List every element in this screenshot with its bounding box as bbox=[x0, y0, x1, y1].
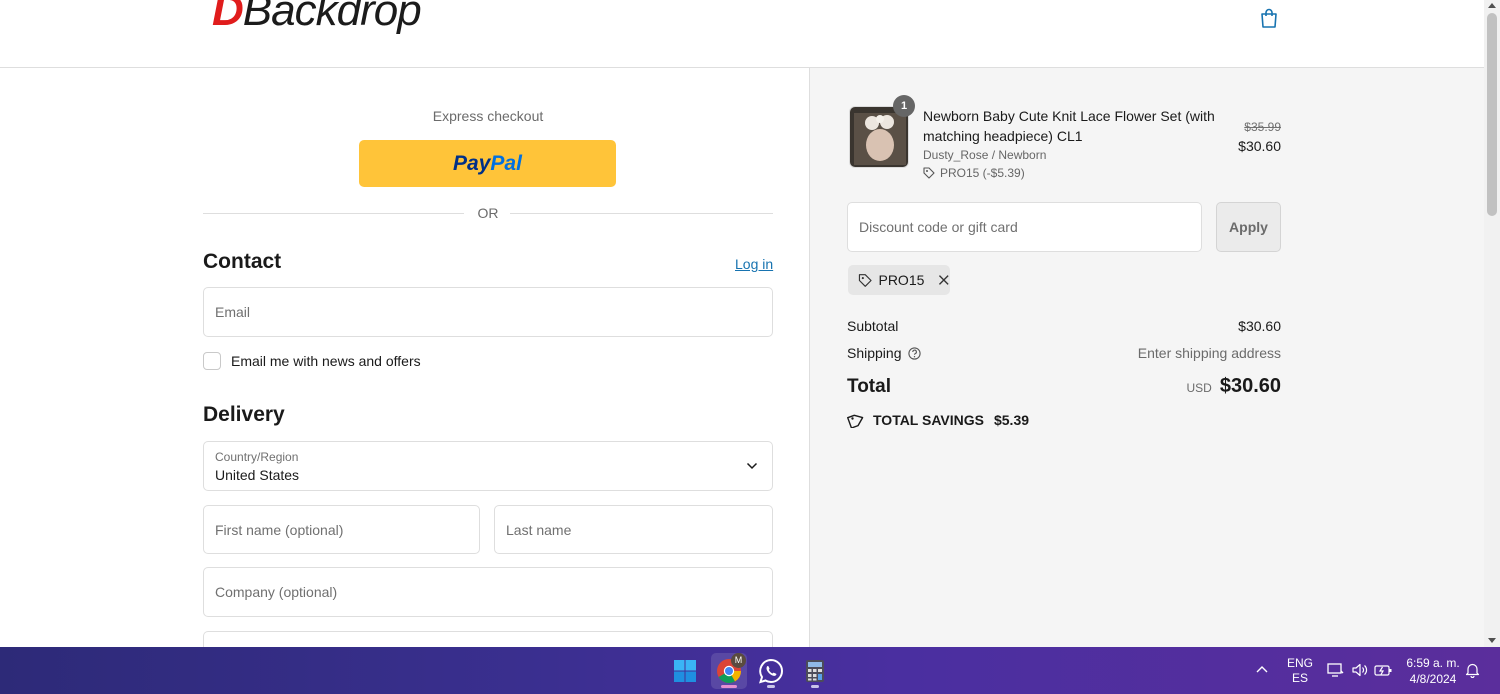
running-indicator bbox=[811, 685, 819, 688]
product-discount-text: PRO15 (-$5.39) bbox=[940, 166, 1025, 180]
clock-time: 6:59 a. m. bbox=[1406, 656, 1460, 670]
login-link[interactable]: Log in bbox=[735, 256, 773, 272]
product-name: Newborn Baby Cute Knit Lace Flower Set (… bbox=[923, 108, 1215, 144]
calculator-taskbar-button[interactable] bbox=[797, 653, 833, 689]
order-summary: 1 Newborn Baby Cute Knit Lace Flower Set… bbox=[810, 68, 1484, 647]
shopping-bag-icon[interactable] bbox=[1258, 7, 1280, 29]
country-label: Country/Region bbox=[215, 450, 299, 464]
chevron-down-icon bbox=[746, 462, 758, 470]
original-price: $35.99 bbox=[1244, 120, 1281, 134]
paypal-logo-part2: Pal bbox=[490, 151, 522, 175]
shipping-row: Shipping bbox=[847, 345, 921, 361]
savings-label: TOTAL SAVINGS bbox=[873, 412, 984, 428]
store-logo[interactable]: DBackdrop bbox=[212, 0, 422, 36]
notification-bell-icon[interactable] bbox=[1465, 662, 1480, 678]
chrome-taskbar-button[interactable]: M bbox=[711, 653, 747, 689]
tag-icon bbox=[923, 167, 935, 179]
chrome-profile-badge: M bbox=[731, 653, 746, 668]
last-name-field[interactable]: Last name bbox=[494, 505, 773, 554]
language-primary: ENG bbox=[1286, 656, 1313, 670]
discount-placeholder: Discount code or gift card bbox=[859, 219, 1018, 235]
chevron-up-icon[interactable] bbox=[1256, 665, 1268, 673]
delivery-title: Delivery bbox=[203, 403, 285, 426]
applied-code: PRO15 bbox=[878, 272, 925, 288]
scroll-down-arrow[interactable] bbox=[1488, 638, 1496, 643]
discount-code-input[interactable]: Discount code or gift card bbox=[847, 202, 1202, 252]
total-label: Total bbox=[847, 376, 891, 397]
shipping-value: Enter shipping address bbox=[1137, 345, 1281, 361]
first-name-field[interactable]: First name (optional) bbox=[203, 505, 480, 554]
paypal-logo-part1: Pay bbox=[453, 151, 491, 175]
divider-line-right bbox=[510, 213, 773, 214]
country-value: United States bbox=[215, 467, 300, 483]
windows-logo-icon bbox=[674, 660, 696, 682]
email-placeholder: Email bbox=[215, 304, 251, 320]
last-name-placeholder: Last name bbox=[506, 521, 572, 538]
company-placeholder: Company (optional) bbox=[215, 584, 338, 600]
tag-icon bbox=[858, 273, 872, 287]
total-amount: $30.60 bbox=[1219, 375, 1281, 397]
language-indicator[interactable]: ENG ES bbox=[1284, 656, 1316, 686]
running-indicator bbox=[767, 685, 775, 688]
newsletter-label[interactable]: Email me with news and offers bbox=[231, 353, 421, 369]
checkout-form: Express checkout Pay Pal OR Contact Log i… bbox=[0, 68, 809, 661]
product-price: $30.60 bbox=[1238, 138, 1281, 154]
scrollbar-thumb[interactable] bbox=[1487, 13, 1497, 216]
start-button[interactable] bbox=[667, 653, 703, 689]
active-indicator bbox=[721, 685, 737, 688]
whatsapp-icon bbox=[759, 658, 783, 684]
page-scrollbar[interactable] bbox=[1484, 0, 1500, 647]
contact-title: Contact bbox=[203, 250, 282, 273]
logo-text: Backdrop bbox=[242, 0, 422, 35]
volume-icon[interactable] bbox=[1351, 662, 1368, 678]
total-savings: TOTAL SAVINGS $5.39 bbox=[847, 412, 1029, 428]
savings-amount: $5.39 bbox=[993, 412, 1030, 428]
newsletter-checkbox[interactable] bbox=[203, 352, 221, 370]
battery-icon[interactable] bbox=[1374, 662, 1393, 678]
country-select[interactable]: Country/Region United States bbox=[203, 441, 773, 491]
clock-date: 4/8/2024 bbox=[1409, 672, 1457, 686]
windows-taskbar: M ENG ES 6:59 a. m. 4/8/2024 bbox=[0, 647, 1500, 694]
product-variant: Dusty_Rose / Newborn bbox=[923, 148, 1047, 162]
network-icon[interactable] bbox=[1327, 662, 1344, 678]
applied-discount-chip: PRO15 bbox=[848, 265, 950, 295]
savings-tag-icon bbox=[847, 414, 864, 428]
close-icon[interactable] bbox=[938, 274, 950, 286]
product-discount: PRO15 (-$5.39) bbox=[923, 166, 1025, 180]
total-currency: USD bbox=[1186, 381, 1212, 395]
whatsapp-taskbar-button[interactable] bbox=[753, 653, 789, 689]
help-icon[interactable] bbox=[907, 346, 921, 360]
company-field[interactable]: Company (optional) bbox=[203, 567, 773, 617]
scroll-up-arrow[interactable] bbox=[1488, 3, 1496, 8]
language-secondary: ES bbox=[1291, 671, 1308, 685]
quantity-badge: 1 bbox=[893, 95, 915, 117]
subtotal-label: Subtotal bbox=[847, 318, 899, 334]
shipping-label: Shipping bbox=[847, 345, 902, 361]
total-value: USD $30.60 bbox=[1186, 375, 1281, 398]
or-divider: OR bbox=[203, 205, 773, 223]
express-checkout-label: Express checkout bbox=[432, 108, 544, 124]
site-header: DBackdrop bbox=[0, 0, 1484, 68]
email-field[interactable]: Email bbox=[203, 287, 773, 337]
paypal-button[interactable]: Pay Pal bbox=[359, 140, 616, 187]
logo-letter: D bbox=[212, 0, 244, 35]
apply-button[interactable]: Apply bbox=[1216, 202, 1281, 252]
subtotal-value: $30.60 bbox=[1238, 318, 1281, 334]
calculator-icon bbox=[806, 660, 824, 682]
first-name-placeholder: First name (optional) bbox=[215, 521, 344, 538]
system-clock[interactable]: 6:59 a. m. 4/8/2024 bbox=[1398, 655, 1468, 687]
